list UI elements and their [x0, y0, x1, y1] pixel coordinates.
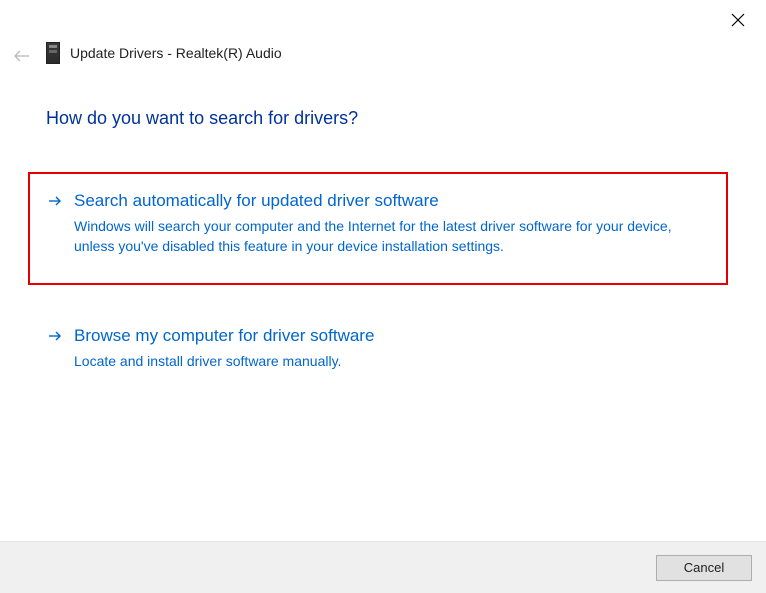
arrow-right-icon	[48, 330, 62, 342]
option-title: Browse my computer for driver software	[74, 325, 708, 347]
options-list: Search automatically for updated driver …	[28, 172, 728, 415]
back-button[interactable]	[12, 48, 32, 68]
close-icon	[731, 13, 745, 32]
arrow-right-icon	[48, 195, 62, 207]
option-search-automatically[interactable]: Search automatically for updated driver …	[28, 172, 728, 285]
option-title: Search automatically for updated driver …	[74, 190, 708, 212]
close-button[interactable]	[728, 12, 748, 32]
window-title: Update Drivers - Realtek(R) Audio	[70, 45, 282, 61]
option-browse-computer[interactable]: Browse my computer for driver software L…	[28, 307, 728, 393]
window-title-row: Update Drivers - Realtek(R) Audio	[46, 42, 282, 64]
option-description: Windows will search your computer and th…	[74, 216, 708, 257]
option-description: Locate and install driver software manua…	[74, 351, 708, 371]
arrow-left-icon	[13, 49, 31, 67]
cancel-button[interactable]: Cancel	[656, 555, 752, 581]
device-icon	[46, 42, 60, 64]
footer-bar: Cancel	[0, 541, 766, 593]
page-heading: How do you want to search for drivers?	[46, 108, 358, 129]
